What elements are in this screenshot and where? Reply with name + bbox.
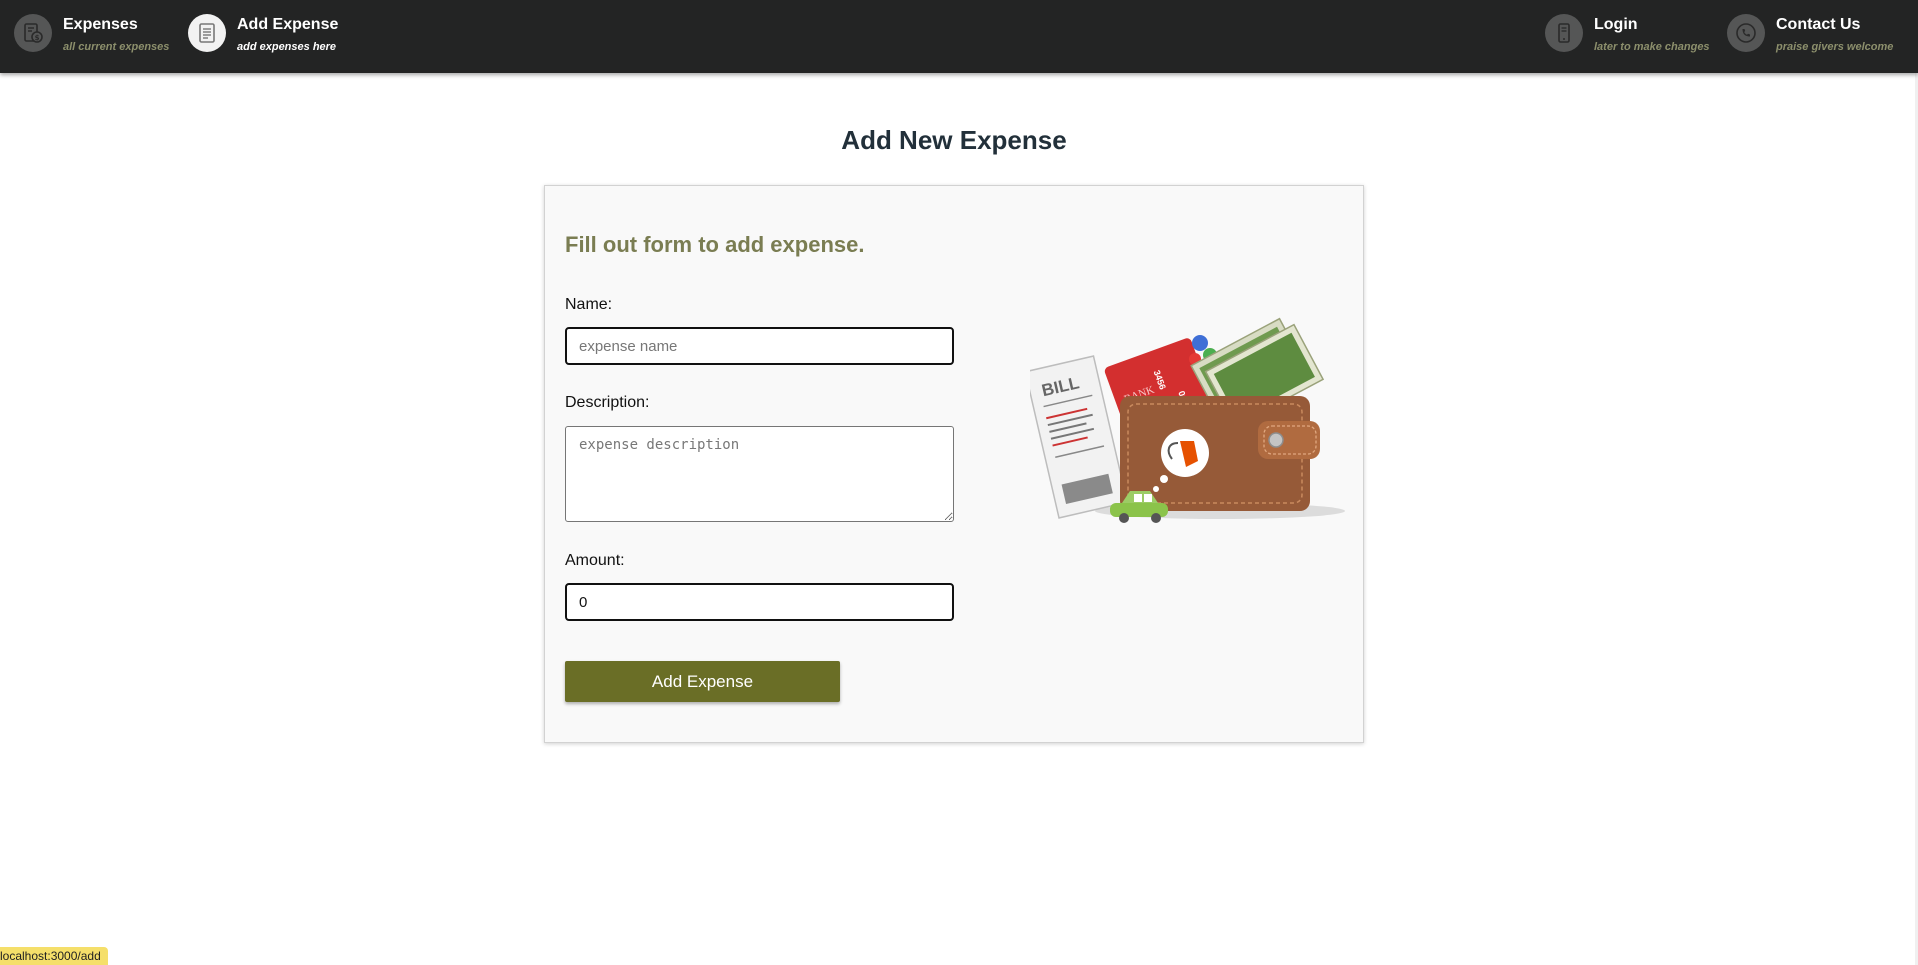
expenses-icon: $ (14, 14, 52, 52)
svg-text:$: $ (35, 34, 40, 42)
nav-title: Expenses (63, 16, 138, 33)
call-icon (1727, 14, 1765, 52)
document-icon (188, 14, 226, 52)
page-title: Add New Expense (841, 125, 1067, 155)
nav-subtitle: later to make changes (1594, 41, 1710, 53)
add-expense-card: Fill out form to add expense. Name: Desc… (544, 185, 1364, 743)
description-label: Description: (565, 394, 650, 411)
nav-item-login[interactable]: Login later to make changes (1545, 13, 1710, 59)
nav-title: Add Expense (237, 16, 339, 33)
nav-subtitle: add expenses here (237, 41, 337, 53)
expense-amount-input[interactable] (565, 583, 954, 621)
nav-subtitle: praise givers welcome (1776, 41, 1894, 53)
nav-item-expenses[interactable]: $ Expenses all current expenses (14, 13, 169, 59)
expense-description-textarea[interactable] (565, 426, 954, 522)
nav-item-add-expense[interactable]: Add Expense add expenses here (188, 13, 338, 59)
nav-title: Contact Us (1776, 16, 1861, 33)
nav-subtitle: all current expenses (63, 41, 170, 53)
add-expense-button[interactable]: Add Expense (565, 661, 840, 702)
expense-name-input[interactable] (565, 327, 954, 365)
top-navbar: $ Expenses all current expenses Add Expe… (0, 0, 1918, 73)
wallet-illustration: BILL BANK 3456 012 (1030, 317, 1345, 523)
phone-icon (1545, 14, 1583, 52)
nav-item-contact-us[interactable]: Contact Us praise givers welcome (1727, 13, 1893, 59)
name-label: Name: (565, 296, 613, 313)
amount-label: Amount: (565, 552, 625, 569)
nav-title: Login (1594, 16, 1638, 33)
clasp-button (1268, 432, 1284, 448)
status-url: localhost:3000/add (0, 947, 108, 965)
form-heading: Fill out form to add expense. (565, 232, 865, 257)
